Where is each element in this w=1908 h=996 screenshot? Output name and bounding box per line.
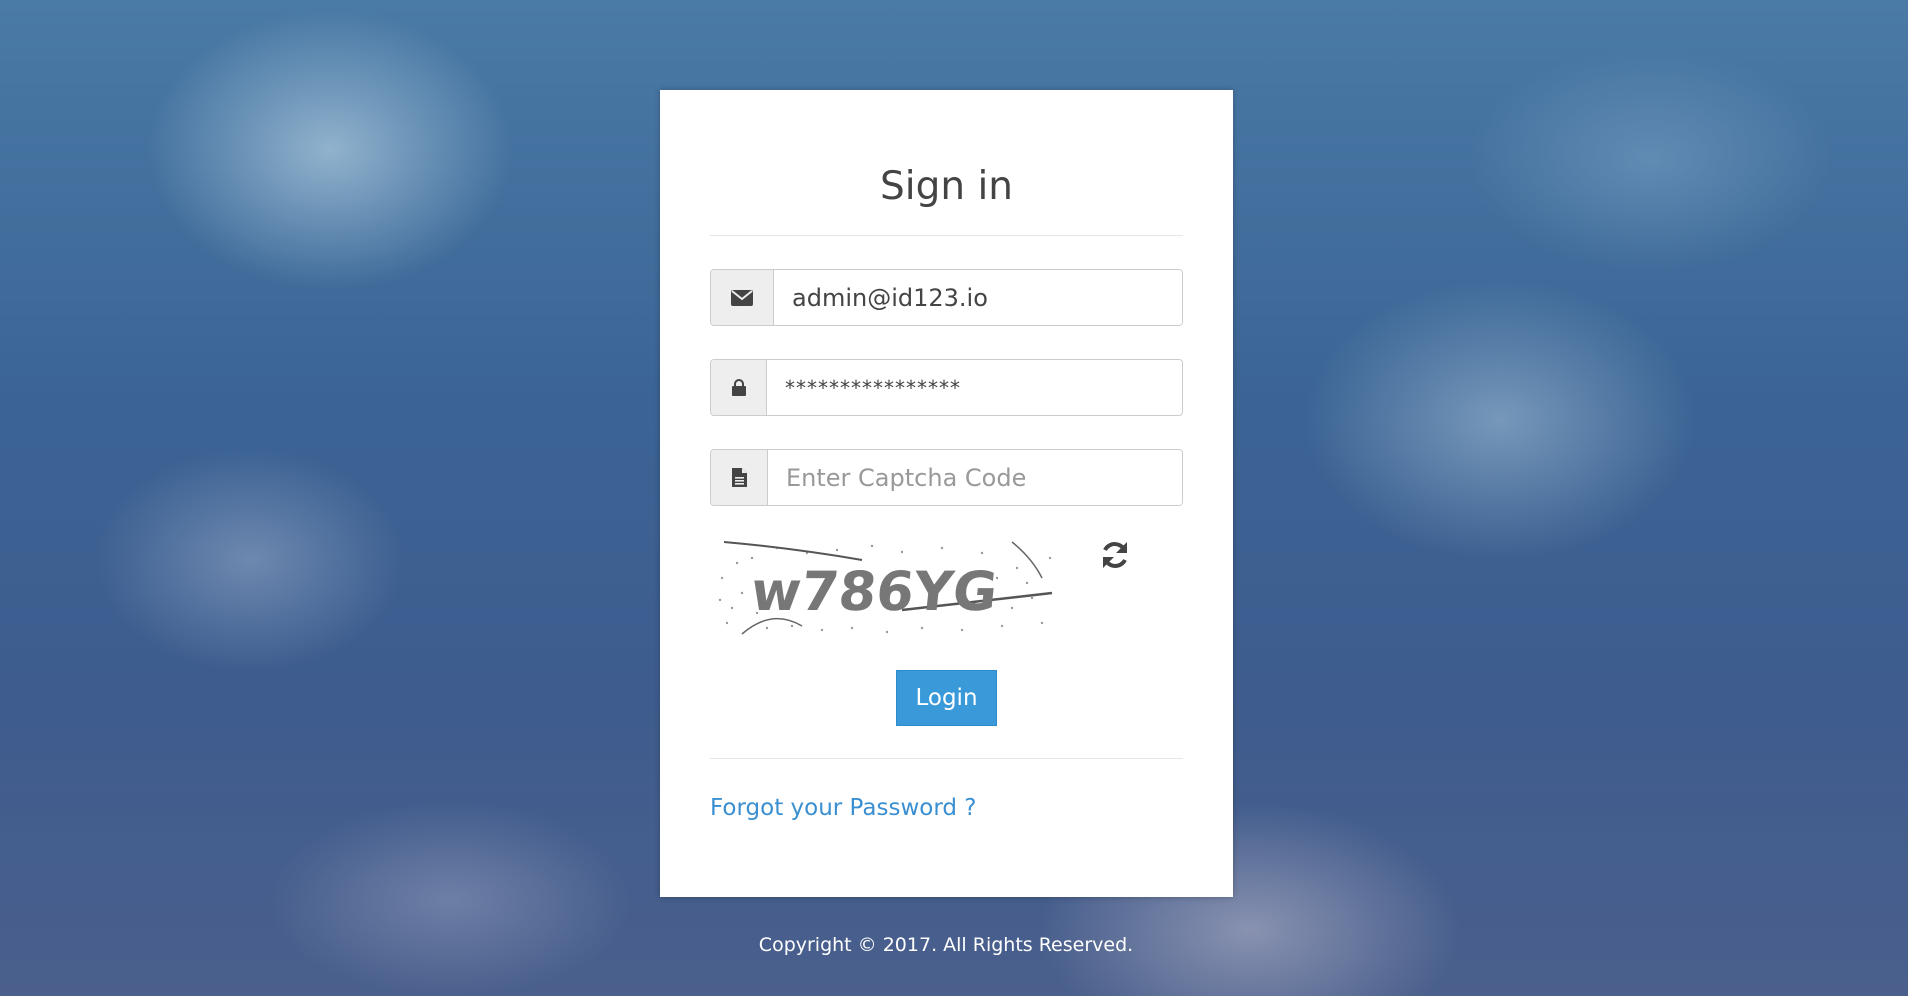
captcha-group xyxy=(710,449,1183,506)
divider xyxy=(710,235,1183,236)
refresh-icon[interactable] xyxy=(1098,538,1132,572)
login-card: Sign in admin@id123.io **************** … xyxy=(660,90,1233,897)
password-group xyxy=(710,359,1183,416)
captcha-row: w786YG xyxy=(710,538,1183,638)
file-icon xyxy=(711,450,768,505)
login-button[interactable]: Login xyxy=(896,670,997,726)
email-group xyxy=(710,269,1183,326)
divider xyxy=(710,758,1183,759)
login-wrap: Login xyxy=(710,670,1183,726)
forgot-password-link[interactable]: Forgot your Password ? xyxy=(710,795,977,821)
page-title: Sign in xyxy=(879,164,1013,209)
lock-icon xyxy=(711,360,767,415)
envelope-icon xyxy=(711,270,774,325)
copyright-text: Copyright © 2017. All Rights Reserved. xyxy=(758,934,1134,956)
password-field[interactable] xyxy=(767,360,1182,415)
captcha-input[interactable] xyxy=(768,450,1182,505)
captcha-image: w786YG xyxy=(712,538,1058,638)
captcha-text: w786YG xyxy=(748,560,1001,623)
email-field[interactable] xyxy=(774,270,1182,325)
